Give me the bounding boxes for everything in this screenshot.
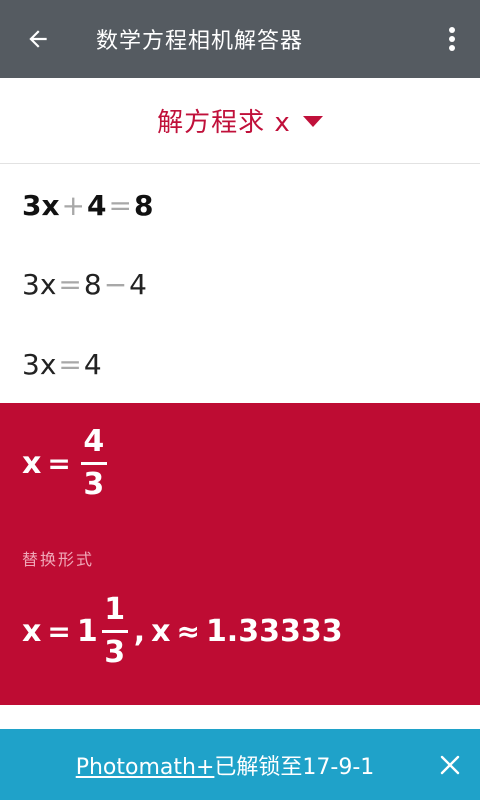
fraction-numerator: 4 <box>83 424 105 459</box>
step-operator: − <box>103 267 128 301</box>
arrow-left-icon <box>29 30 47 48</box>
decimal-value: 1.33333 <box>205 614 343 649</box>
solve-mode-selector[interactable]: 解方程求 x <box>0 78 480 164</box>
step-term: 3x <box>22 267 57 301</box>
app-root: 数学方程相机解答器 解方程求 x 3x + 4 = 8 3x = 8 − 4 3… <box>0 0 480 800</box>
fraction: 4 3 <box>80 424 107 502</box>
step-term: 3x <box>22 347 57 381</box>
fraction-denominator: 3 <box>104 635 126 670</box>
alt-variable: x <box>22 614 42 649</box>
alt-variable-2: x <box>151 614 171 649</box>
approx-sign: ≈ <box>176 615 200 648</box>
step-term: 8 <box>83 267 102 301</box>
page-title: 数学方程相机解答器 <box>96 29 304 54</box>
result-panel: x = 4 3 替换形式 x = 1 1 3 , x ≈ 1.33333 <box>0 403 480 705</box>
promo-banner: Photomath+已解锁至17-9-1 <box>0 729 480 800</box>
result-variable: x <box>22 446 42 481</box>
solve-mode-label: 解方程求 x <box>157 108 291 138</box>
more-vert-icon <box>449 27 455 51</box>
alternate-form-label: 替换形式 <box>22 550 95 569</box>
step-operator: = <box>58 267 82 301</box>
banner-message: 已解锁至17-9-1 <box>214 754 375 780</box>
step-1[interactable]: 3x + 4 = 8 <box>22 185 153 225</box>
step-operator: = <box>58 347 82 381</box>
fraction-bar <box>80 462 107 465</box>
step-term: 4 <box>83 347 102 381</box>
alt-equals: = <box>47 615 71 648</box>
close-banner-button[interactable] <box>420 729 480 800</box>
fraction-denominator: 3 <box>83 467 105 502</box>
step-operator: + <box>61 188 86 222</box>
app-bar: 数学方程相机解答器 <box>0 0 480 78</box>
back-button[interactable] <box>0 0 76 78</box>
step-3[interactable]: 3x = 4 <box>22 344 102 384</box>
banner-text: Photomath+已解锁至17-9-1 <box>0 749 420 781</box>
result-fraction: x = 4 3 <box>22 425 111 502</box>
mixed-whole: 1 <box>76 614 98 649</box>
result-equals: = <box>47 447 71 480</box>
caret-down-icon <box>302 115 323 127</box>
step-term: 4 <box>87 188 107 222</box>
step-term: 8 <box>133 188 154 222</box>
fraction-numerator: 1 <box>104 592 126 627</box>
close-icon <box>440 755 460 774</box>
step-term: 4 <box>129 267 147 301</box>
result-alternate-form: x = 1 1 3 , x ≈ 1.33333 <box>22 593 343 670</box>
more-options-button[interactable] <box>424 0 480 78</box>
step-2[interactable]: 3x = 8 − 4 <box>22 264 147 304</box>
separator: , <box>133 614 146 649</box>
step-operator: = <box>108 188 132 222</box>
mixed-fraction: 1 3 <box>101 592 128 670</box>
step-term: 3x <box>22 188 60 222</box>
photomath-plus-link[interactable]: Photomath+ <box>76 755 215 780</box>
fraction-bar <box>101 630 128 633</box>
